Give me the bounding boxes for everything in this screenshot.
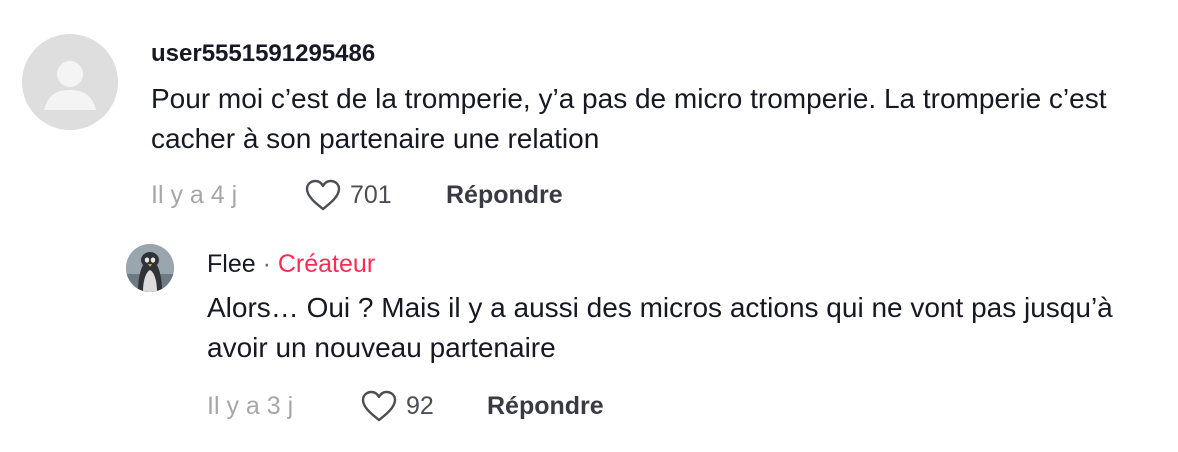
comment-text: Pour moi c’est de la tromperie, y’a pas … — [151, 83, 1107, 154]
penguin-avatar-icon — [126, 244, 174, 292]
comment-meta: Il y a 3 j 92 Répondre — [207, 389, 604, 423]
separator: · — [262, 250, 271, 278]
comment-text: Alors… Oui ? Mais il y a aussi des micro… — [207, 292, 1113, 363]
comment-time: Il y a 4 j — [151, 181, 238, 209]
like-count: 92 — [406, 392, 434, 420]
default-avatar-icon — [44, 61, 96, 110]
heart-icon — [361, 390, 397, 422]
comment-username[interactable]: Flee — [207, 250, 256, 278]
avatar[interactable] — [22, 34, 118, 130]
heart-icon — [305, 179, 341, 211]
reply-button[interactable]: Répondre — [487, 391, 604, 421]
creator-badge: Créateur — [277, 250, 376, 278]
username-row: Flee · Créateur — [207, 250, 375, 278]
comment-meta: Il y a 4 j 701 Répondre — [151, 178, 563, 212]
reply-button[interactable]: Répondre — [446, 180, 563, 210]
comment-username[interactable]: user5551591295486 — [151, 40, 375, 68]
like-button[interactable]: 92 — [360, 389, 487, 423]
like-button[interactable]: 701 — [304, 178, 446, 212]
avatar[interactable] — [126, 244, 174, 292]
like-count: 701 — [350, 181, 392, 209]
comment-time: Il y a 3 j — [207, 392, 294, 420]
